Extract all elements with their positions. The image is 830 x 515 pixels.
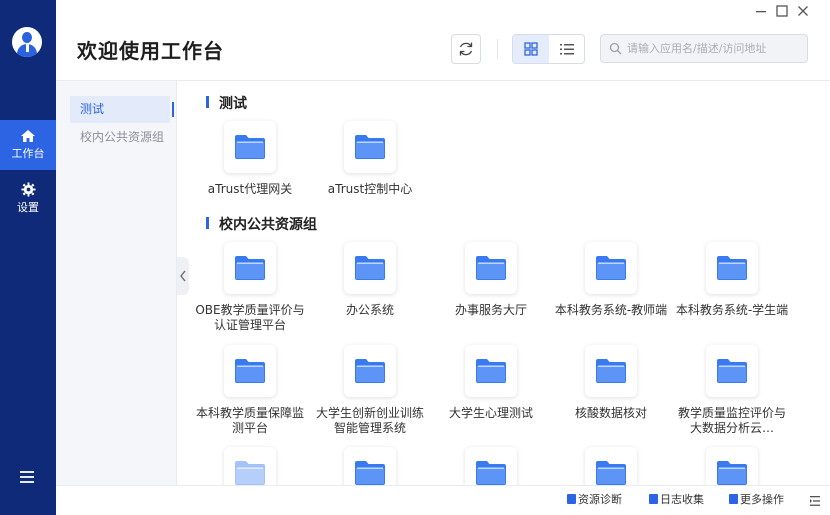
- folder-icon: [596, 461, 626, 485]
- app-icon-card[interactable]: [344, 121, 396, 173]
- app-name: 本科教学质量保障监测平台: [195, 406, 304, 435]
- app-icon-card[interactable]: [465, 345, 517, 397]
- menu-grid-icon: [729, 494, 738, 504]
- app-icon-card[interactable]: [344, 242, 396, 294]
- section-title-test: 测试: [206, 93, 247, 113]
- document-icon: [649, 494, 658, 504]
- app-name: 大学生心理测试: [448, 406, 533, 420]
- gear-icon: [20, 182, 36, 197]
- folder-icon: [717, 359, 747, 383]
- home-icon: [21, 130, 35, 142]
- app-tile[interactable]: 本科教务系统-学生端: [675, 242, 789, 318]
- app-name: 大学生创新创业训练智能管理系统: [315, 406, 424, 435]
- lock-icon: [567, 494, 576, 504]
- folder-icon: [355, 135, 385, 159]
- app-tile[interactable]: 办事服务大厅: [434, 242, 548, 318]
- search-input[interactable]: [627, 35, 803, 62]
- app-icon-card[interactable]: [465, 242, 517, 294]
- app-name: 核酸数据核对: [574, 406, 647, 420]
- folder-icon: [476, 256, 506, 280]
- section-title-campus-public: 校内公共资源组: [206, 214, 317, 234]
- app-tile[interactable]: 核酸数据核对: [554, 345, 668, 421]
- folder-icon: [717, 461, 747, 485]
- chevron-left-icon: [180, 270, 186, 282]
- app-tile[interactable]: 教学质量监控评价与大数据分析云…: [675, 345, 789, 436]
- folder-icon: [235, 135, 265, 159]
- list-icon: [560, 44, 574, 55]
- user-avatar[interactable]: [12, 27, 42, 57]
- app-icon-card[interactable]: [706, 345, 758, 397]
- app-name: 本科教务系统-教师端: [554, 303, 668, 317]
- workbench-window: 工作台 设置 欢迎使用工作台 请输入应用名/描述/访问地址 测试 校内公共资源组…: [0, 0, 830, 515]
- app-tile[interactable]: 大学生心理测试: [434, 345, 548, 421]
- group-item-test[interactable]: 测试: [70, 96, 174, 123]
- app-name: 办事服务大厅: [454, 303, 527, 317]
- maximize-icon[interactable]: [774, 3, 790, 19]
- resource-diagnose-button[interactable]: 资源诊断: [567, 493, 622, 507]
- app-icon-card[interactable]: [224, 242, 276, 294]
- folder-icon: [355, 461, 385, 485]
- app-tile[interactable]: aTrust控制中心: [313, 121, 427, 197]
- app-icon-card[interactable]: [706, 242, 758, 294]
- list-view-button[interactable]: [549, 35, 584, 63]
- nav-label: 工作台: [11, 147, 45, 160]
- group-item-campus-public[interactable]: 校内公共资源组: [70, 124, 164, 151]
- folder-icon: [235, 359, 265, 383]
- folder-icon: [235, 461, 265, 485]
- folder-icon: [476, 359, 506, 383]
- folder-icon: [717, 256, 747, 280]
- more-actions-button[interactable]: 更多操作: [729, 493, 784, 507]
- collapse-sidebar-button[interactable]: [177, 257, 189, 295]
- app-icon-card[interactable]: [224, 121, 276, 173]
- page-title: 欢迎使用工作台: [77, 39, 224, 63]
- grid-icon: [524, 42, 538, 56]
- more-actions-label: 更多操作: [740, 493, 784, 506]
- minimize-icon[interactable]: [753, 3, 769, 19]
- app-name: 教学质量监控评价与大数据分析云…: [677, 406, 786, 435]
- resource-diagnose-label: 资源诊断: [578, 493, 622, 506]
- folder-icon: [355, 256, 385, 280]
- header-divider: [497, 39, 498, 59]
- search-box: [600, 34, 808, 63]
- folder-icon: [596, 359, 626, 383]
- log-collect-label: 日志收集: [660, 493, 704, 506]
- hamburger-icon[interactable]: [20, 471, 34, 483]
- log-collect-button[interactable]: 日志收集: [649, 493, 704, 507]
- group-sidebar: 测试 校内公共资源组: [56, 81, 177, 485]
- app-tile[interactable]: OBE教学质量评价与认证管理平台: [193, 242, 307, 333]
- grid-view-button[interactable]: [513, 35, 549, 63]
- nav-label: 设置: [17, 201, 39, 214]
- app-name: 办公系统: [345, 303, 394, 317]
- view-toggle: [512, 34, 585, 64]
- app-icon-card[interactable]: [585, 345, 637, 397]
- app-name: aTrust控制中心: [327, 182, 413, 196]
- footer-bar: 资源诊断 日志收集 更多操作: [56, 485, 830, 515]
- app-icon-card[interactable]: [585, 242, 637, 294]
- refresh-button[interactable]: [451, 34, 481, 64]
- collapse-panel-icon[interactable]: [805, 491, 825, 511]
- app-tile[interactable]: aTrust代理网关: [193, 121, 307, 197]
- app-icon-card[interactable]: [344, 345, 396, 397]
- folder-icon: [355, 359, 385, 383]
- folder-icon: [596, 256, 626, 280]
- app-name: 本科教务系统-学生端: [675, 303, 789, 317]
- folder-icon: [476, 461, 506, 485]
- folder-icon: [235, 256, 265, 280]
- close-icon[interactable]: [795, 3, 811, 19]
- app-name: aTrust代理网关: [207, 182, 293, 196]
- nav-item-settings[interactable]: 设置: [0, 172, 56, 222]
- app-tile[interactable]: 本科教务系统-教师端: [554, 242, 668, 318]
- app-name: OBE教学质量评价与认证管理平台: [195, 303, 305, 332]
- app-tile[interactable]: 本科教学质量保障监测平台: [193, 345, 307, 436]
- app-icon-card[interactable]: [224, 345, 276, 397]
- refresh-icon: [459, 42, 473, 56]
- left-nav: 工作台 设置: [0, 0, 56, 515]
- search-icon: [609, 42, 622, 55]
- nav-item-workbench[interactable]: 工作台: [0, 120, 56, 170]
- app-tile[interactable]: 办公系统: [313, 242, 427, 318]
- app-tile[interactable]: 大学生创新创业训练智能管理系统: [313, 345, 427, 436]
